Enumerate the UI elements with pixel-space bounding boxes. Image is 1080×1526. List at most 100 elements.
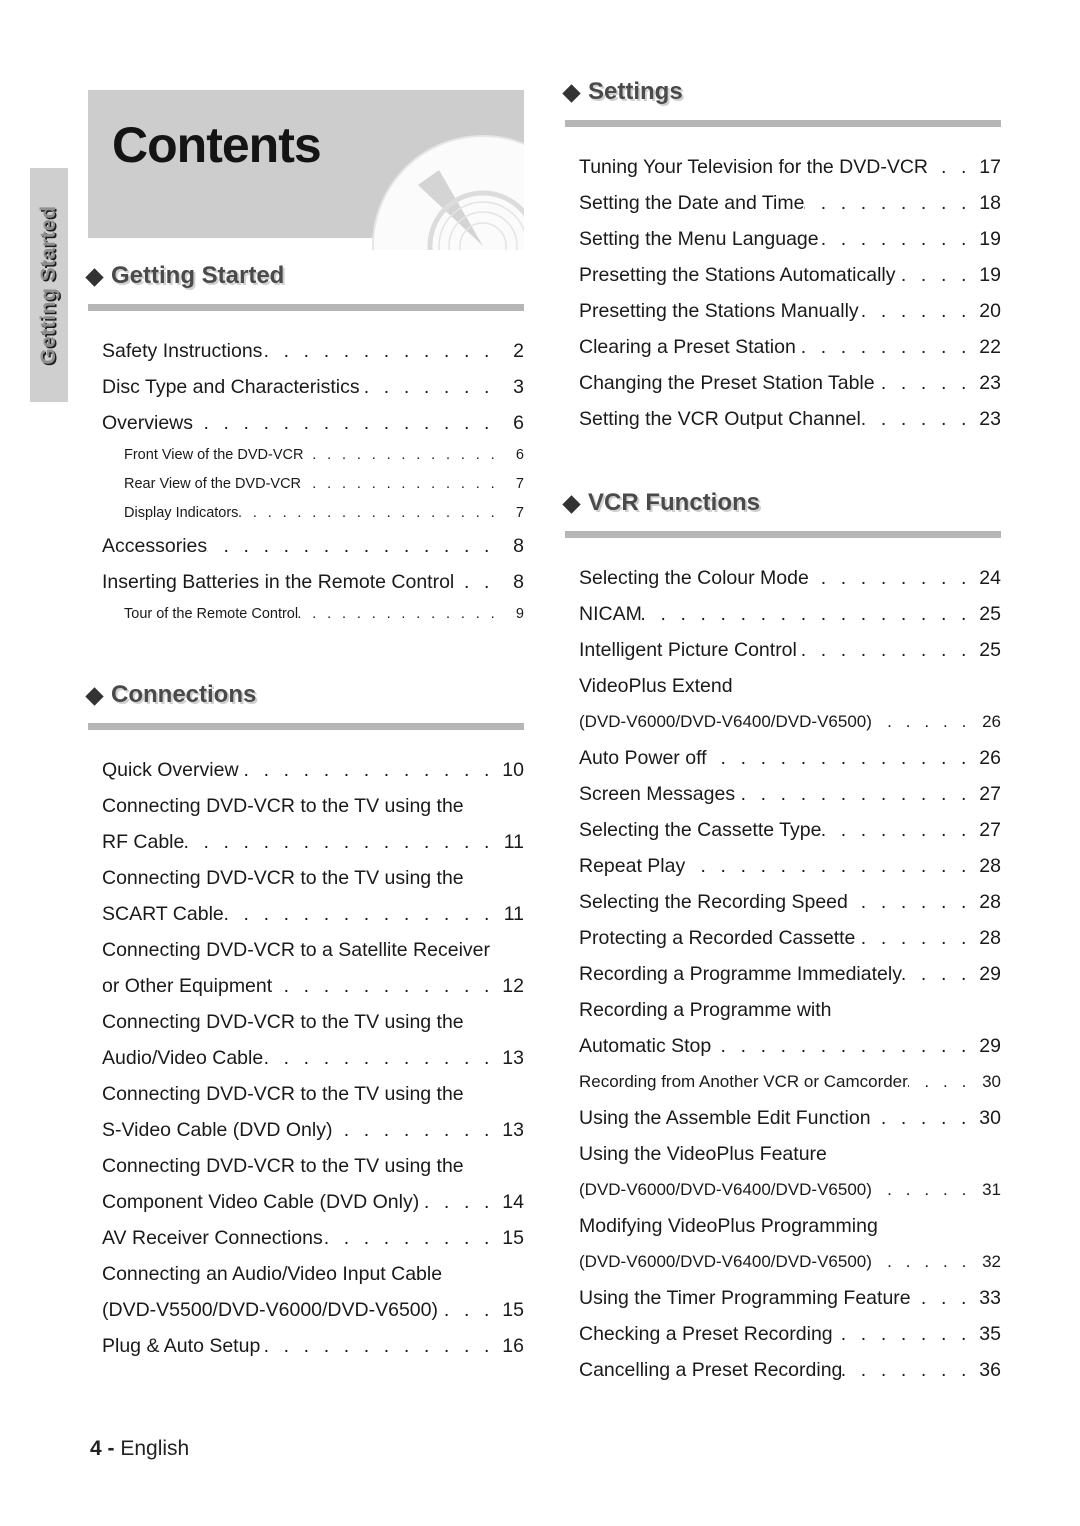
toc-entry[interactable]: (DVD-V5500/DVD-V6000/DVD-V6500). . . . .…	[102, 1292, 524, 1328]
toc-entry[interactable]: Overviews. . . . . . . . . . . . . . . .…	[102, 405, 524, 441]
toc-entry[interactable]: Using the Assemble Edit Function. . . . …	[579, 1100, 1001, 1136]
toc-entry[interactable]: Automatic Stop. . . . . . . . . . . . . …	[579, 1028, 1001, 1064]
diamond-bullet-icon	[85, 267, 104, 287]
toc-dot-leader: . . . . . . . . . . . . . . . . . . . . …	[454, 571, 494, 593]
toc-entry[interactable]: Setting the Date and Time. . . . . . . .…	[579, 185, 1001, 221]
toc-entry[interactable]: Intelligent Picture Control. . . . . . .…	[579, 632, 1001, 668]
toc-page-number: 30	[982, 1072, 1001, 1091]
toc-entry-label: Accessories	[102, 535, 208, 557]
toc-entry[interactable]: Connecting DVD-VCR to the TV using the. …	[102, 1004, 524, 1040]
toc-entry[interactable]: Recording from Another VCR or Camcorder.…	[579, 1064, 1001, 1100]
toc-page-number: 24	[979, 567, 1001, 589]
toc-entry[interactable]: Using the VideoPlus Feature. . . . . . .…	[579, 1136, 1001, 1172]
toc-dot-leader: . . . . . . . . . . . . . . . . . . . . …	[804, 192, 971, 214]
toc-dot-leader: . . . . . . . . . . . . . . . . . . . . …	[707, 747, 971, 769]
toc-entry[interactable]: (DVD-V6000/DVD-V6400/DVD-V6500). . . . .…	[579, 1172, 1001, 1208]
toc-entry[interactable]: Connecting DVD-VCR to a Satellite Receiv…	[102, 932, 524, 968]
toc-entry[interactable]: Inserting Batteries in the Remote Contro…	[102, 564, 524, 600]
toc-entry-label: Connecting DVD-VCR to the TV using the	[102, 1155, 464, 1177]
toc-page-number: 16	[502, 1335, 524, 1357]
toc-entry-label: Audio/Video Cable	[102, 1047, 264, 1069]
toc-entry[interactable]: Front View of the DVD-VCR. . . . . . . .…	[102, 441, 524, 470]
toc-page-number: 26	[982, 712, 1001, 731]
toc-entry[interactable]: Rear View of the DVD-VCR. . . . . . . . …	[102, 470, 524, 499]
toc-entry[interactable]: Connecting DVD-VCR to the TV using the. …	[102, 1148, 524, 1184]
section-title: Connections	[111, 681, 257, 708]
toc-entry[interactable]: Quick Overview. . . . . . . . . . . . . …	[102, 752, 524, 788]
toc-page-number: 18	[979, 192, 1001, 214]
toc-entry[interactable]: S-Video Cable (DVD Only). . . . . . . . …	[102, 1112, 524, 1148]
toc-entry[interactable]: Recording a Programme Immediately. . . .…	[579, 956, 1001, 992]
toc-entry[interactable]: AV Receiver Connections. . . . . . . . .…	[102, 1220, 524, 1256]
toc-entry[interactable]: Tuning Your Television for the DVD-VCR. …	[579, 149, 1001, 185]
toc-entry[interactable]: Component Video Cable (DVD Only). . . . …	[102, 1184, 524, 1220]
toc-page-number: 15	[502, 1227, 524, 1249]
toc-dot-leader: . . . . . . . . . . . . . . . . . . . . …	[685, 855, 971, 877]
toc-entry-label: (DVD-V6000/DVD-V6400/DVD-V6500)	[579, 1180, 872, 1199]
toc-entry[interactable]: (DVD-V6000/DVD-V6400/DVD-V6500). . . . .…	[579, 704, 1001, 740]
toc-entry[interactable]: (DVD-V6000/DVD-V6400/DVD-V6500). . . . .…	[579, 1244, 1001, 1280]
toc-page-number: 27	[979, 783, 1001, 805]
toc-entry[interactable]: SCART Cable. . . . . . . . . . . . . . .…	[102, 896, 524, 932]
toc-entry-label: Connecting DVD-VCR to the TV using the	[102, 1011, 464, 1033]
toc-entry[interactable]: Modifying VideoPlus Programming. . . . .…	[579, 1208, 1001, 1244]
toc-entry[interactable]: VideoPlus Extend. . . . . . . . . . . . …	[579, 668, 1001, 704]
toc-entry[interactable]: Clearing a Preset Station. . . . . . . .…	[579, 329, 1001, 365]
toc-entry-label: Changing the Preset Station Table	[579, 372, 875, 394]
toc-page-number: 28	[979, 891, 1001, 913]
left-column: Getting Started Safety Instructions. . . …	[85, 262, 524, 1364]
toc-entry[interactable]: Protecting a Recorded Cassette. . . . . …	[579, 920, 1001, 956]
toc-page-number: 30	[979, 1107, 1001, 1129]
toc-entry[interactable]: Presetting the Stations Manually. . . . …	[579, 293, 1001, 329]
toc-dot-leader: . . . . . . . . . . . . . . . . . . . . …	[848, 891, 971, 913]
diamond-bullet-icon	[85, 686, 104, 706]
toc-page-number: 13	[502, 1047, 524, 1069]
toc-entry[interactable]: Selecting the Cassette Type. . . . . . .…	[579, 812, 1001, 848]
toc-page-number: 2	[513, 340, 524, 362]
toc-page-number: 17	[979, 156, 1001, 178]
toc-list-connections: Quick Overview. . . . . . . . . . . . . …	[88, 752, 524, 1364]
toc-entry[interactable]: Selecting the Colour Mode. . . . . . . .…	[579, 560, 1001, 596]
toc-entry[interactable]: Recording a Programme with. . . . . . . …	[579, 992, 1001, 1028]
toc-entry[interactable]: Auto Power off. . . . . . . . . . . . . …	[579, 740, 1001, 776]
toc-dot-leader: . . . . . . . . . . . . . . . . . . . . …	[842, 1359, 971, 1381]
toc-dot-leader: . . . . . . . . . . . . . . . . . . . . …	[301, 476, 498, 492]
toc-entry[interactable]: Connecting an Audio/Video Input Cable. .…	[102, 1256, 524, 1292]
toc-dot-leader: . . . . . . . . . . . . . . . . . . . . …	[809, 567, 971, 589]
toc-entry-label: Overviews	[102, 412, 194, 434]
toc-entry[interactable]: Audio/Video Cable. . . . . . . . . . . .…	[102, 1040, 524, 1076]
toc-entry[interactable]: Connecting DVD-VCR to the TV using the. …	[102, 1076, 524, 1112]
contents-header-band: Contents	[88, 90, 524, 250]
toc-entry-label: Auto Power off	[579, 747, 707, 769]
toc-entry[interactable]: Presetting the Stations Automatically. .…	[579, 257, 1001, 293]
toc-entry[interactable]: Accessories. . . . . . . . . . . . . . .…	[102, 528, 524, 564]
toc-entry[interactable]: Checking a Preset Recording. . . . . . .…	[579, 1316, 1001, 1352]
toc-page-number: 32	[982, 1252, 1001, 1271]
toc-entry[interactable]: Connecting DVD-VCR to the TV using the. …	[102, 860, 524, 896]
toc-page-number: 36	[979, 1359, 1001, 1381]
toc-entry[interactable]: Setting the VCR Output Channel. . . . . …	[579, 401, 1001, 437]
toc-dot-leader: . . . . . . . . . . . . . . . . . . . . …	[908, 1072, 971, 1091]
toc-dot-leader: . . . . . . . . . . . . . . . . . . . . …	[860, 408, 971, 430]
toc-entry-label: Recording a Programme with	[579, 999, 832, 1021]
toc-entry[interactable]: Repeat Play. . . . . . . . . . . . . . .…	[579, 848, 1001, 884]
toc-dot-leader: . . . . . . . . . . . . . . . . . . . . …	[797, 639, 971, 661]
toc-entry[interactable]: Disc Type and Characteristics. . . . . .…	[102, 369, 524, 405]
toc-entry[interactable]: or Other Equipment. . . . . . . . . . . …	[102, 968, 524, 1004]
toc-entry[interactable]: Setting the Menu Language. . . . . . . .…	[579, 221, 1001, 257]
side-tab-getting-started: Getting Started	[30, 168, 68, 402]
toc-entry[interactable]: Tour of the Remote Control. . . . . . . …	[102, 600, 524, 629]
toc-entry[interactable]: Using the Timer Programming Feature. . .…	[579, 1280, 1001, 1316]
toc-entry[interactable]: Cancelling a Preset Recording. . . . . .…	[579, 1352, 1001, 1388]
toc-entry[interactable]: Screen Messages. . . . . . . . . . . . .…	[579, 776, 1001, 812]
toc-page-number: 8	[513, 571, 524, 593]
toc-entry[interactable]: NICAM. . . . . . . . . . . . . . . . . .…	[579, 596, 1001, 632]
toc-entry[interactable]: Safety Instructions. . . . . . . . . . .…	[102, 333, 524, 369]
toc-entry[interactable]: RF Cable. . . . . . . . . . . . . . . . …	[102, 824, 524, 860]
toc-entry[interactable]: Selecting the Recording Speed. . . . . .…	[579, 884, 1001, 920]
toc-entry[interactable]: Plug & Auto Setup. . . . . . . . . . . .…	[102, 1328, 524, 1364]
toc-entry[interactable]: Display Indicators. . . . . . . . . . . …	[102, 499, 524, 528]
toc-entry[interactable]: Changing the Preset Station Table. . . .…	[579, 365, 1001, 401]
toc-entry[interactable]: Connecting DVD-VCR to the TV using the. …	[102, 788, 524, 824]
toc-entry-label: VideoPlus Extend	[579, 675, 733, 697]
